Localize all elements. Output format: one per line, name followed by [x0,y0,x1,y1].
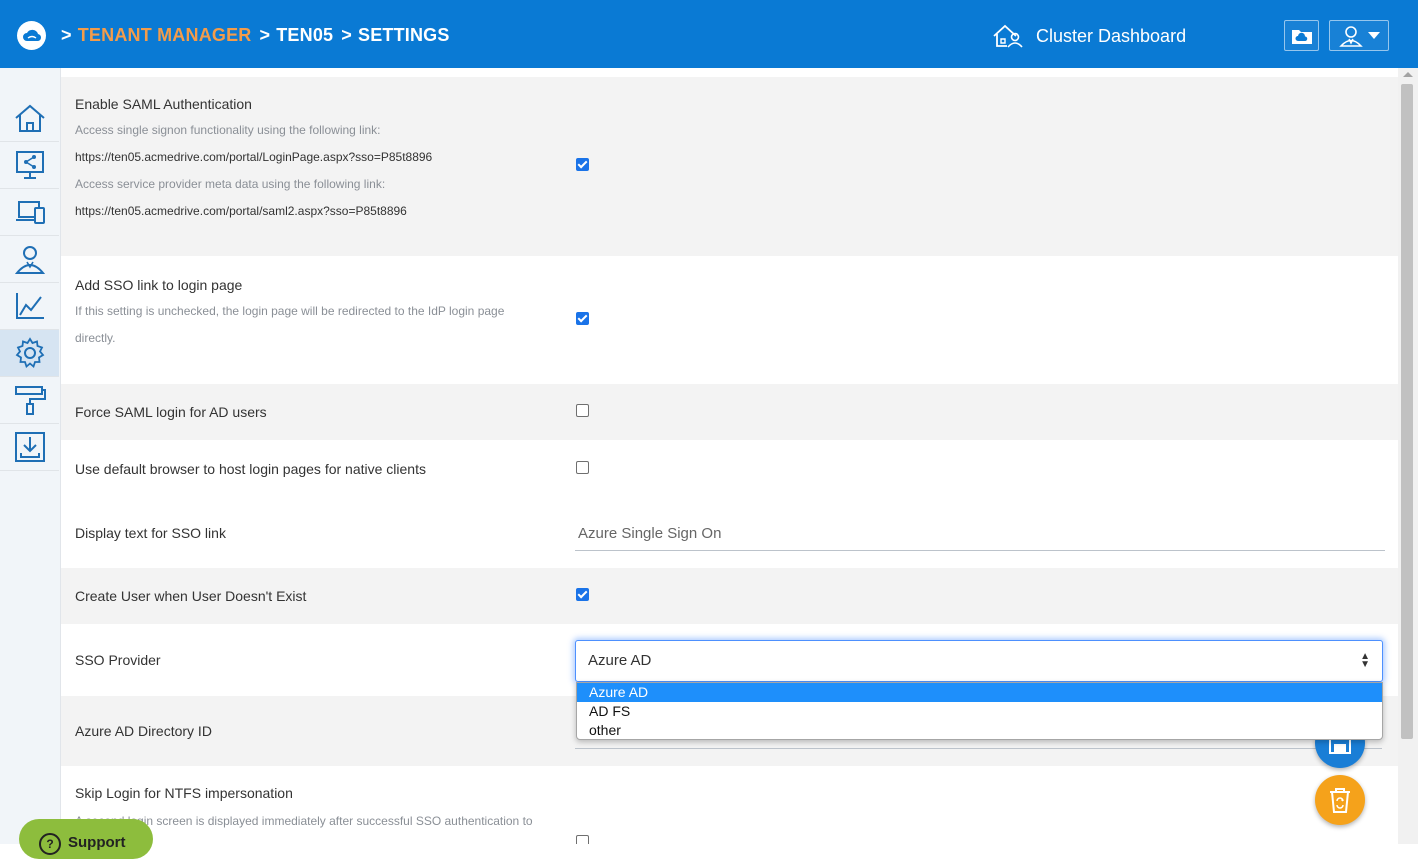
setting-row-default-browser: Use default browser to host login pages … [61,441,1398,507]
saml-signon-link[interactable]: https://ten05.acmedrive.com/portal/Login… [75,144,545,171]
sso-option-other[interactable]: other [577,721,1382,740]
sso-link-checkbox[interactable] [576,312,589,325]
saml-desc-metadata: Access service provider meta data using … [75,177,386,191]
saml-label: Enable SAML Authentication [75,96,252,112]
create-user-checkbox[interactable] [576,588,589,601]
select-arrows-icon: ▲ ▼ [1360,651,1370,670]
breadcrumb-tenant-manager[interactable]: TENANT MANAGER [78,25,252,45]
share-screen-icon [15,151,44,179]
cluster-dashboard-link[interactable]: Cluster Dashboard [992,20,1186,52]
sso-provider-label: SSO Provider [75,652,161,668]
scroll-up-icon[interactable] [1403,72,1413,77]
recycle-bin-icon [1330,788,1350,813]
create-user-label: Create User when User Doesn't Exist [75,588,307,604]
sidebar [0,68,61,844]
sidebar-item-devices[interactable] [0,189,59,236]
setting-row-saml: Enable SAML Authentication Access single… [61,77,1398,256]
breadcrumb-separator: > [61,25,72,45]
setting-row-skip-login: Skip Login for NTFS impersonation A seco… [61,767,1398,844]
sidebar-item-customization[interactable] [0,377,59,424]
sso-link-desc: If this setting is unchecked, the login … [75,304,505,345]
sidebar-item-settings[interactable] [0,330,59,377]
sso-link-label: Add SSO link to login page [75,277,243,293]
chart-icon [15,293,44,319]
support-button[interactable]: ? Support [19,819,153,859]
display-text-input[interactable]: Azure Single Sign On [575,525,1385,551]
cluster-home-icon [993,24,1023,48]
breadcrumb-separator: > [341,25,352,45]
folder-cloud-button[interactable] [1284,20,1319,51]
breadcrumb-settings: SETTINGS [357,25,450,45]
sidebar-item-downloads[interactable] [0,424,59,471]
sidebar-item-reports[interactable] [0,283,59,330]
default-browser-checkbox[interactable] [576,461,589,474]
sso-provider-dropdown: Azure AD AD FS other [576,682,1383,740]
reset-button[interactable] [1315,775,1365,825]
setting-row-sso-link: Add SSO link to login page If this setti… [61,258,1398,383]
home-icon [14,104,45,132]
download-icon [14,432,45,462]
caret-down-icon [1367,32,1380,39]
breadcrumb-separator: > [259,25,271,45]
devices-icon [15,201,45,224]
saml-enable-checkbox[interactable] [576,158,589,171]
force-saml-label: Force SAML login for AD users [75,404,267,420]
setting-row-force-saml: Force SAML login for AD users [61,384,1398,440]
sidebar-item-shares[interactable] [0,142,59,189]
sidebar-item-home[interactable] [0,95,59,142]
saml-desc-signon: Access single signon functionality using… [75,123,381,137]
default-browser-label: Use default browser to host login pages … [75,461,426,477]
user-admin-icon [14,246,45,274]
folder-cloud-icon [1291,29,1312,44]
user-icon [1338,25,1363,47]
support-label: Support [68,834,126,851]
directory-id-input[interactable] [575,748,1382,749]
directory-id-label: Azure AD Directory ID [75,723,212,739]
skip-login-checkbox[interactable] [576,835,589,844]
sso-option-azure-ad[interactable]: Azure AD [577,683,1382,702]
setting-row-create-user: Create User when User Doesn't Exist [61,568,1398,624]
breadcrumb: > TENANT MANAGER > TEN05 > SETTINGS [61,25,458,46]
sso-provider-value: Azure AD [588,652,652,669]
scrollbar-thumb[interactable] [1401,84,1413,739]
saml-metadata-link[interactable]: https://ten05.acmedrive.com/portal/saml2… [75,198,545,225]
help-icon: ? [39,833,61,855]
display-text-label: Display text for SSO link [75,525,226,541]
sso-provider-select[interactable]: Azure AD ▲ ▼ [575,640,1383,682]
app-logo-icon[interactable] [17,21,46,50]
user-menu-button[interactable] [1329,20,1389,51]
sso-option-ad-fs[interactable]: AD FS [577,702,1382,721]
sidebar-item-users[interactable] [0,236,59,283]
skip-login-label: Skip Login for NTFS impersonation [75,785,293,801]
paint-roller-icon [14,386,46,415]
gear-icon [15,337,44,369]
breadcrumb-ten05[interactable]: TEN05 [276,25,333,45]
top-bar: > TENANT MANAGER > TEN05 > SETTINGS Cluster D… [0,0,1418,68]
force-saml-checkbox[interactable] [576,404,589,417]
cluster-dashboard-label: Cluster Dashboard [1036,25,1187,46]
